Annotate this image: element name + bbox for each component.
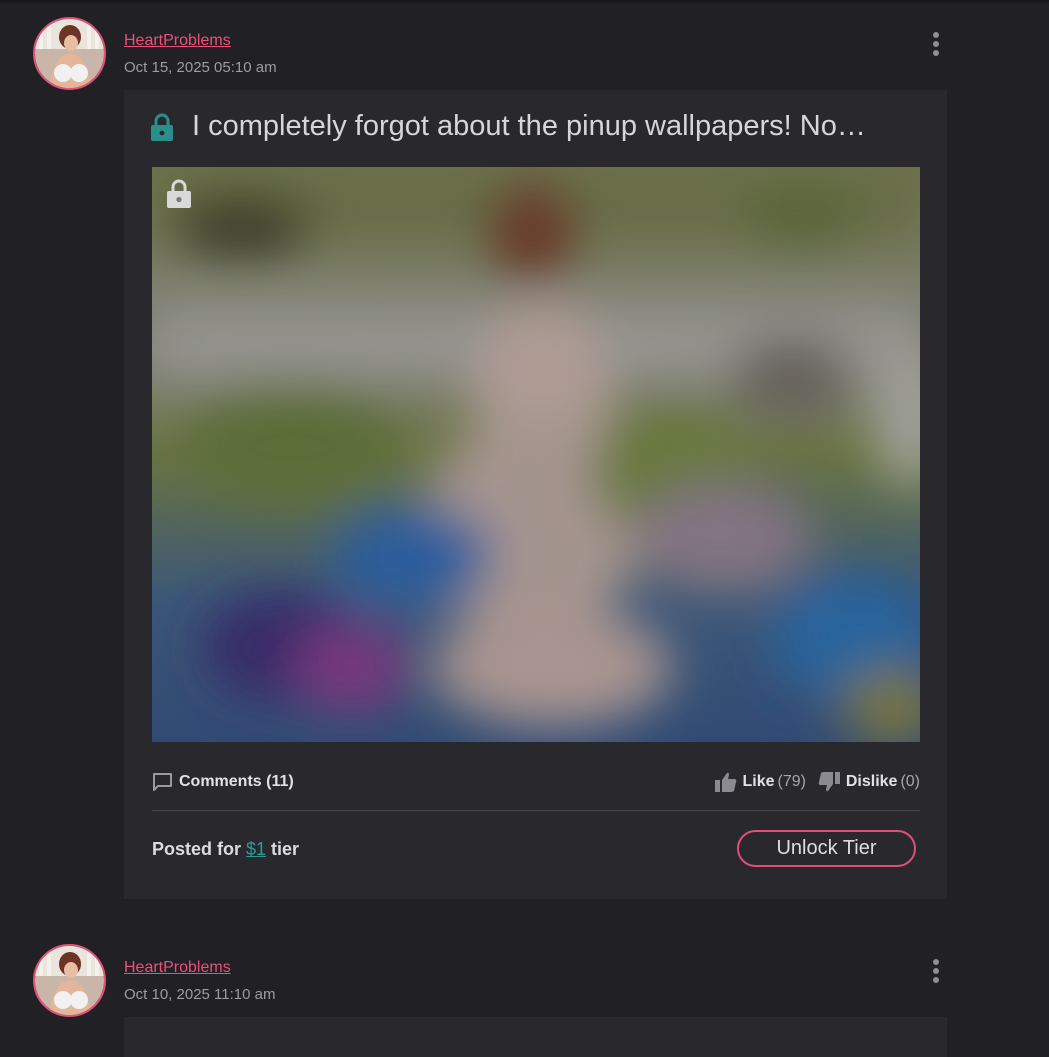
tier-prefix: Posted for	[152, 839, 247, 859]
post-date: Oct 15, 2025 05:10 am	[124, 59, 277, 76]
dislike-button[interactable]: Dislike (0)	[818, 772, 920, 792]
thumbs-down-icon	[818, 772, 840, 792]
author-link[interactable]: HeartProblems	[124, 959, 231, 977]
post-card	[124, 1017, 947, 1057]
comments-label: Comments (11)	[179, 773, 294, 790]
more-vertical-icon[interactable]	[926, 32, 946, 60]
comment-icon	[153, 773, 172, 791]
avatar[interactable]	[33, 17, 106, 90]
divider	[152, 810, 920, 811]
like-count: (79)	[777, 773, 806, 790]
tier-price-link[interactable]: $1	[246, 839, 266, 859]
thumbs-up-icon	[714, 772, 736, 792]
locked-image-preview[interactable]	[152, 167, 920, 742]
post-actions: Comments (11) Like (79) Dislike (0)	[152, 772, 920, 796]
tier-info: Posted for $1 tier	[152, 839, 299, 860]
top-shadow	[0, 0, 1049, 4]
comments-button[interactable]: Comments (11)	[152, 772, 294, 792]
dislike-count: (0)	[900, 773, 920, 790]
post-title[interactable]: I completely forgot about the pinup wall…	[192, 110, 922, 143]
avatar[interactable]	[33, 944, 106, 1017]
more-vertical-icon[interactable]	[926, 959, 946, 987]
dislike-label: Dislike	[845, 773, 898, 790]
unlock-tier-button[interactable]: Unlock Tier	[737, 830, 916, 867]
post-card: I completely forgot about the pinup wall…	[124, 90, 947, 899]
post-date: Oct 10, 2025 11:10 am	[124, 986, 276, 1003]
like-button[interactable]: Like (79)	[714, 772, 806, 792]
author-link[interactable]: HeartProblems	[124, 32, 231, 50]
lock-icon	[167, 179, 191, 208]
like-label: Like	[742, 773, 775, 790]
tier-suffix: tier	[266, 839, 300, 859]
lock-icon	[151, 113, 173, 141]
